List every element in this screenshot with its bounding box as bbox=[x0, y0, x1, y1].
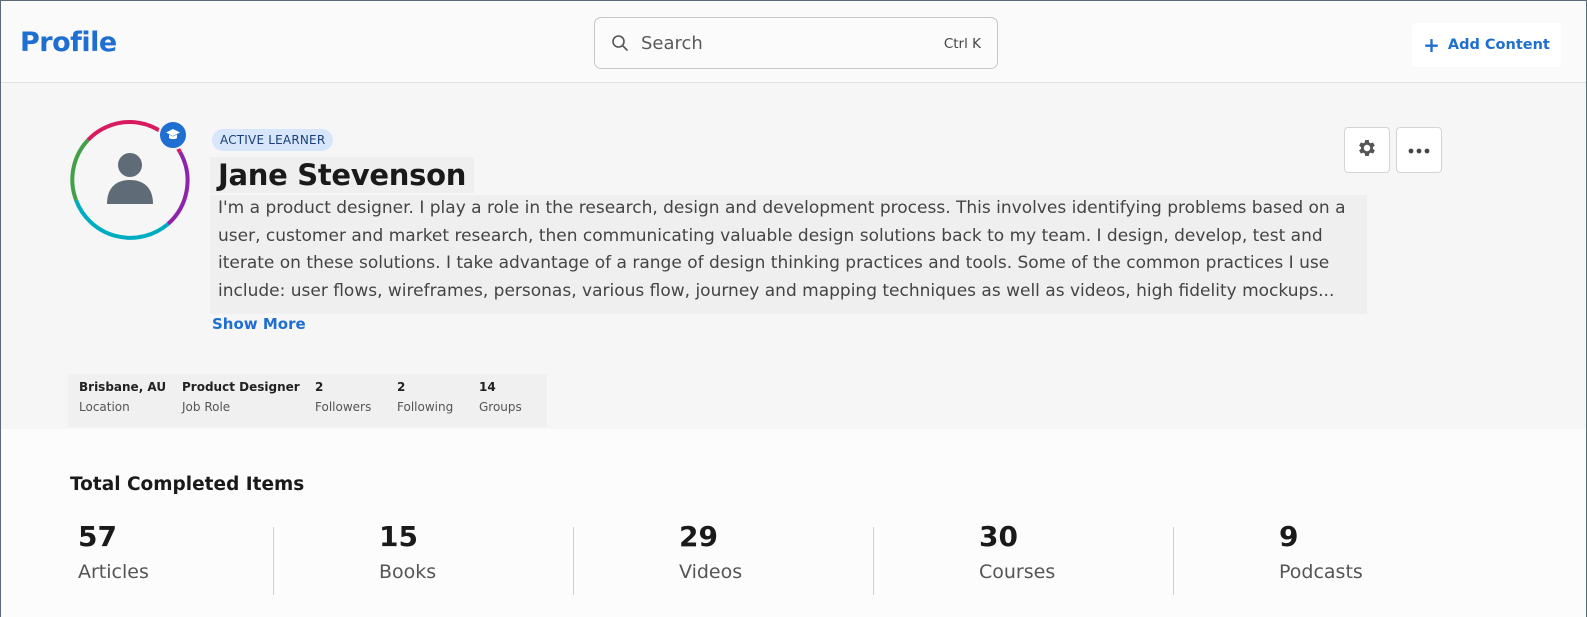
completed-items-section: Total Completed Items 57 Articles 15 Boo… bbox=[1, 429, 1586, 617]
bio-line: iterate on these solutions. I take advan… bbox=[218, 253, 1330, 273]
profile-name: Jane Stevenson bbox=[210, 157, 475, 193]
stat-location: Brisbane, AU Location bbox=[79, 380, 167, 414]
metric-courses: 30 Courses bbox=[979, 520, 1056, 583]
plus-icon: + bbox=[1423, 33, 1440, 57]
metric-books: 15 Books bbox=[379, 520, 437, 583]
search-icon bbox=[611, 34, 629, 57]
divider bbox=[873, 527, 874, 595]
metric-videos: 29 Videos bbox=[679, 520, 743, 583]
gear-icon bbox=[1356, 137, 1378, 164]
stat-job-role: Product Designer Job Role bbox=[182, 380, 300, 414]
profile-bio: I'm a product designer. I play a role in… bbox=[210, 195, 1367, 314]
bio-line: include: user flows, wireframes, persona… bbox=[218, 280, 1335, 301]
section-title: Total Completed Items bbox=[70, 474, 305, 495]
bio-line: user, customer and market research, then… bbox=[218, 225, 1323, 246]
stat-followers[interactable]: 2 Followers bbox=[315, 380, 371, 414]
metric-articles: 57 Articles bbox=[78, 520, 149, 583]
metric-podcasts: 9 Podcasts bbox=[1279, 520, 1363, 583]
graduation-cap-icon bbox=[158, 120, 188, 150]
divider bbox=[273, 527, 274, 595]
bio-line: I'm a product designer. I play a role in… bbox=[218, 198, 1346, 218]
page-title: Profile bbox=[20, 27, 117, 58]
add-content-label: Add Content bbox=[1447, 37, 1550, 53]
ellipsis-icon bbox=[1408, 141, 1430, 159]
search-placeholder: Search bbox=[641, 33, 703, 54]
stat-following[interactable]: 2 Following bbox=[397, 380, 453, 414]
search-input[interactable]: Search Ctrl K bbox=[594, 17, 998, 69]
stat-groups[interactable]: 14 Groups bbox=[479, 380, 522, 414]
search-shortcut: Ctrl K bbox=[943, 36, 981, 52]
more-options-button[interactable] bbox=[1396, 127, 1442, 173]
divider bbox=[573, 527, 574, 595]
status-badge: ACTIVE LEARNER bbox=[212, 129, 334, 151]
add-content-button[interactable]: + Add Content bbox=[1412, 23, 1561, 67]
divider bbox=[1173, 527, 1174, 595]
show-more-link[interactable]: Show More bbox=[212, 315, 306, 333]
settings-button[interactable] bbox=[1344, 127, 1390, 173]
top-bar: Profile Search Ctrl K + Add Content bbox=[1, 1, 1586, 83]
profile-stats: Brisbane, AU Location Product Designer J… bbox=[68, 374, 547, 427]
